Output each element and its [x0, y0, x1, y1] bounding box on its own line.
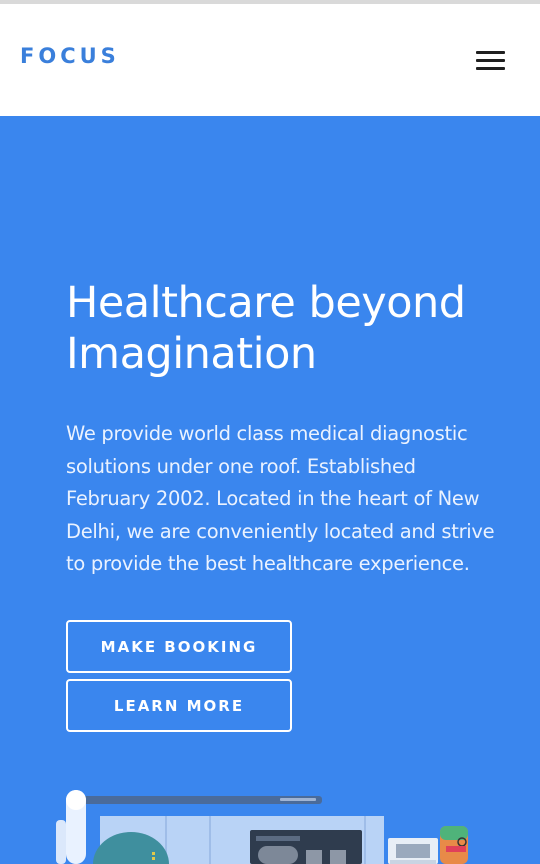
description-line: February 2002. Located in the heart of N… — [66, 487, 480, 511]
make-booking-button[interactable]: MAKE BOOKING — [66, 620, 292, 673]
description-line: to provide the best healthcare experienc… — [66, 552, 470, 576]
hero-headline-line-1: Healthcare beyond — [66, 278, 466, 328]
site-logo[interactable]: FOCUS — [20, 44, 120, 68]
description-line: Delhi, we are conveniently located and s… — [66, 519, 495, 543]
hero-description: We provide world class medical diagnosti… — [66, 418, 516, 581]
description-line: We provide world class medical diagnosti… — [66, 422, 468, 445]
learn-more-button[interactable]: LEARN MORE — [66, 679, 292, 732]
hero-headline: Healthcare beyond Imagination — [66, 278, 526, 380]
hero-section: Healthcare beyond Imagination We provide… — [0, 116, 540, 864]
hospital-illustration — [56, 790, 468, 864]
hero-headline-line-2: Imagination — [66, 329, 317, 379]
hamburger-menu-icon[interactable] — [472, 48, 508, 74]
navbar: FOCUS — [0, 4, 540, 116]
description-line: solutions under one roof. Established — [66, 454, 416, 478]
